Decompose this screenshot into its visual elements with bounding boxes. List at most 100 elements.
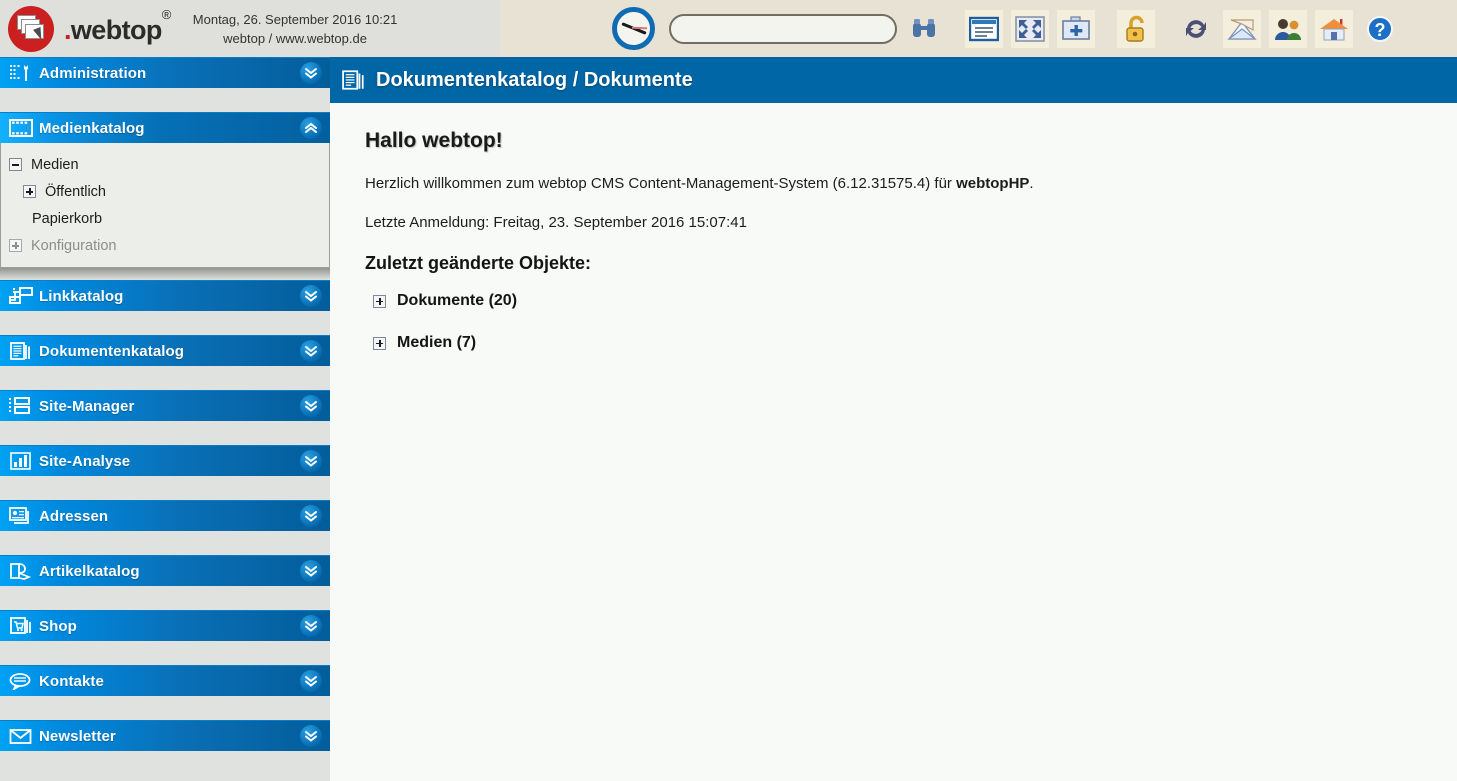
panel-drop-shadow [0,268,330,280]
compass-navigate-icon[interactable] [612,7,655,50]
address-cards-icon [6,505,36,527]
content-header: Dokumentenkatalog / Dokumente [330,57,1457,103]
chevron-down-icon[interactable] [300,670,322,692]
window-content-icon[interactable] [965,9,1003,48]
sidebar-gap [0,311,330,335]
sidebar-label: Dokumentenkatalog [39,342,185,360]
minus-toggle-icon[interactable] [9,158,22,171]
sidebar-gap [0,696,330,720]
fullscreen-expand-icon[interactable] [1011,9,1049,48]
chevron-down-icon[interactable] [300,340,322,362]
tree-label: Papierkorb [32,210,103,227]
refresh-icon[interactable] [1177,10,1215,48]
chevron-down-icon[interactable] [300,62,322,84]
last-login-text: Letzte Anmeldung: Freitag, 23. September… [365,214,747,231]
mail-envelope-icon[interactable] [1223,9,1261,48]
brand-wordmark: .webtop® [64,8,171,45]
brand-name: webtop [70,15,162,45]
sidebar-gap [0,421,330,445]
sidebar-item-site-manager[interactable]: Site-Manager [0,390,330,421]
current-datetime: Montag, 26. September 2016 10:21 [192,11,398,27]
sidebar-item-administration[interactable]: Administration [0,57,330,88]
plus-toggle-icon[interactable] [373,294,386,308]
tree-item-oeffentlich[interactable]: Öffentlich [1,178,329,205]
tree-label: Medien [31,156,79,173]
sidebar-item-site-analyse[interactable]: Site-Analyse [0,445,330,476]
link-node-icon [6,285,36,307]
sidebar-gap [0,531,330,555]
recent-object-label: Dokumente (20) [397,292,518,309]
envelope-icon [6,725,36,747]
sidebar-item-shop[interactable]: Shop [0,610,330,641]
sidebar: Administration Medienkatalog Medien Öffe… [0,57,330,781]
page-title: Dokumentenkatalog / Dokumente [376,68,693,91]
search-input[interactable] [669,13,897,44]
recent-objects-heading: Zuletzt geänderte Objekte: [365,253,592,273]
sidebar-gap [0,88,330,112]
greeting-heading: Hallo webtop! [365,129,503,152]
chevron-down-icon[interactable] [300,725,322,747]
welcome-paragraph: Herzlich willkommen zum webtop CMS Conte… [365,175,1457,192]
welcome-text-prefix: Herzlich willkommen zum webtop CMS Conte… [365,175,957,192]
recent-object-dokumente[interactable]: Dokumente (20) [373,292,1457,310]
sidebar-gap [0,641,330,665]
medienkatalog-tree: Medien Öffentlich Papierkorb Konfigurati… [0,143,330,268]
sidebar-item-kontakte[interactable]: Kontakte [0,665,330,696]
sidebar-label: Linkkatalog [39,287,124,305]
sidebar-item-artikelkatalog[interactable]: Artikelkatalog [0,555,330,586]
binoculars-search-icon[interactable] [905,10,943,48]
tree-label: Öffentlich [45,183,106,200]
plus-toggle-icon[interactable] [23,185,36,198]
help-question-icon[interactable]: ? [1361,10,1399,48]
sidebar-label: Newsletter [39,727,116,745]
chevron-down-icon[interactable] [300,450,322,472]
sidebar-label: Kontakte [39,672,104,690]
sidebar-item-medienkatalog[interactable]: Medienkatalog [0,112,330,143]
logo-circle-icon [8,5,54,52]
tools-admin-icon [6,62,36,84]
users-group-icon[interactable] [1269,9,1307,48]
sidebar-item-dokumentenkatalog[interactable]: Dokumentenkatalog [0,335,330,366]
tree-item-papierkorb[interactable]: Papierkorb [1,205,329,232]
chevron-down-icon[interactable] [300,395,322,417]
chevron-down-icon[interactable] [300,285,322,307]
sidebar-gap [0,586,330,610]
tree-item-medien[interactable]: Medien [1,151,329,178]
article-pages-icon [6,560,36,582]
home-house-icon[interactable] [1315,9,1353,48]
main-content: Dokumentenkatalog / Dokumente Hallo webt… [330,57,1457,781]
speech-bubbles-icon [6,670,36,692]
plus-toggle-icon[interactable] [9,239,22,252]
bar-chart-icon [6,450,36,472]
add-new-icon[interactable] [1057,9,1095,48]
plus-toggle-icon[interactable] [373,336,386,350]
chevron-down-icon[interactable] [300,505,322,527]
documents-icon [6,340,36,362]
tree-item-konfiguration[interactable]: Konfiguration [1,232,329,259]
site-label: webtop / www.webtop.de [223,30,367,46]
datetime-block: Montag, 26. September 2016 10:21 webtop … [193,10,398,48]
sidebar-label: Adressen [39,507,109,525]
chevron-down-icon[interactable] [300,615,322,637]
sitemap-icon [6,395,36,417]
recent-object-label: Medien (7) [397,334,477,351]
chevron-up-icon[interactable] [300,117,322,139]
top-bar-branding: .webtop® Montag, 26. September 2016 10:2… [0,0,500,57]
unlock-padlock-icon[interactable] [1117,9,1155,48]
welcome-instance-name: webtopHP [956,175,1030,192]
sidebar-gap [0,476,330,500]
svg-text:?: ? [1375,20,1386,40]
brand-dot: . [64,15,71,45]
sidebar-item-linkkatalog[interactable]: Linkkatalog [0,280,330,311]
sidebar-label: Administration [39,64,147,82]
sidebar-item-adressen[interactable]: Adressen [0,500,330,531]
brand-registered-mark: ® [161,7,172,22]
tree-label: Konfiguration [31,237,117,254]
chevron-down-icon[interactable] [300,560,322,582]
sidebar-gap [0,366,330,390]
sidebar-item-newsletter[interactable]: Newsletter [0,720,330,751]
recent-object-medien[interactable]: Medien (7) [373,334,1457,352]
webtop-logo[interactable] [6,4,56,54]
content-body: Hallo webtop! Herzlich willkommen zum we… [330,103,1457,352]
documents-icon [342,69,366,91]
